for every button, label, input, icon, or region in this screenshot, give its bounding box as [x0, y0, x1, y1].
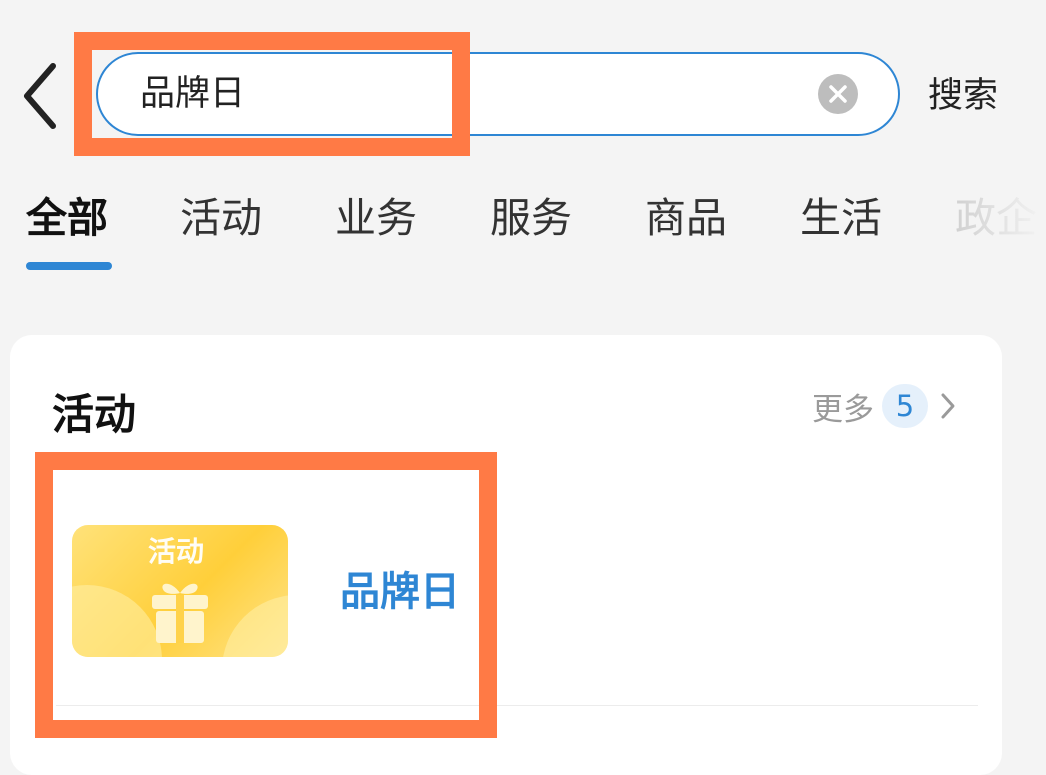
result-card: 活动 更多 5 活动 品牌日 — [10, 335, 1002, 775]
tab-activity[interactable]: 活动 — [180, 186, 262, 250]
divider — [56, 705, 978, 706]
search-input-value[interactable]: 品牌日 — [140, 54, 245, 134]
clear-button[interactable] — [818, 74, 858, 114]
tab-government[interactable]: 政企 — [955, 186, 1037, 250]
tab-business[interactable]: 业务 — [335, 186, 417, 250]
active-tab-indicator — [26, 262, 112, 270]
more-count-badge: 5 — [882, 384, 928, 428]
tab-life[interactable]: 生活 — [800, 186, 882, 250]
more-label: 更多 — [812, 391, 874, 428]
thumbnail-tag: 活动 — [148, 535, 205, 568]
search-input[interactable]: 品牌日 — [96, 52, 900, 136]
thumb-decoration — [222, 595, 288, 657]
more-link[interactable]: 更多 5 — [812, 383, 958, 429]
gift-icon — [152, 583, 208, 643]
activity-thumbnail: 活动 — [72, 525, 288, 657]
tab-all[interactable]: 全部 — [26, 186, 108, 250]
result-title: 品牌日 — [340, 569, 460, 615]
section-title: 活动 — [52, 390, 137, 439]
tab-service[interactable]: 服务 — [490, 186, 572, 250]
category-tabs: 全部 活动 业务 服务 商品 生活 政企 — [0, 186, 1046, 276]
search-button[interactable]: 搜索 — [928, 72, 998, 120]
back-button[interactable] — [14, 60, 64, 132]
list-item[interactable]: 活动 品牌日 — [56, 455, 476, 705]
chevron-right-icon — [941, 393, 955, 419]
back-arrow-icon — [24, 63, 56, 129]
clear-icon — [829, 85, 847, 103]
tab-goods[interactable]: 商品 — [645, 186, 727, 250]
